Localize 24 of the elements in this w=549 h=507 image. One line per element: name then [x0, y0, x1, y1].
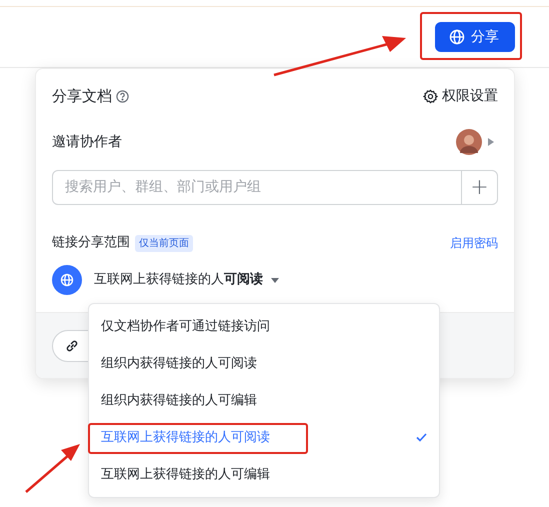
- scope-tag: 仅当前页面: [135, 234, 193, 252]
- caret-icon: [271, 278, 279, 282]
- help-icon: [116, 90, 129, 102]
- panel-title: 分享文档: [52, 86, 112, 107]
- avatar[interactable]: [456, 129, 482, 155]
- add-button[interactable]: +: [461, 171, 497, 204]
- settings-button[interactable]: 权限设置: [423, 86, 498, 106]
- scope-label: 链接分享范围: [52, 234, 130, 252]
- access-dropdown[interactable]: 互联网上获得链接的人可阅读: [94, 270, 279, 290]
- share-button[interactable]: 分享: [435, 22, 515, 52]
- menu-item[interactable]: 互联网上获得链接的人可编辑: [89, 456, 439, 493]
- invite-label: 邀请协作者: [52, 132, 122, 152]
- link-icon: [65, 338, 79, 352]
- password-link[interactable]: 启用密码: [450, 234, 498, 252]
- search-field[interactable]: 搜索用户、群组、部门或用户组 +: [52, 170, 498, 205]
- check-icon: [416, 433, 427, 442]
- settings-icon: [423, 88, 438, 104]
- menu-item[interactable]: 互联网上获得链接的人可阅读: [89, 419, 439, 456]
- menu-item[interactable]: 仅文档协作者可通过链接访问: [89, 308, 439, 345]
- caret-icon[interactable]: [488, 138, 494, 146]
- globe-icon: [449, 29, 465, 45]
- globe-icon: [52, 265, 82, 295]
- menu-item[interactable]: 组织内获得链接的人可编辑: [89, 382, 439, 419]
- menu-item[interactable]: 组织内获得链接的人可阅读: [89, 345, 439, 382]
